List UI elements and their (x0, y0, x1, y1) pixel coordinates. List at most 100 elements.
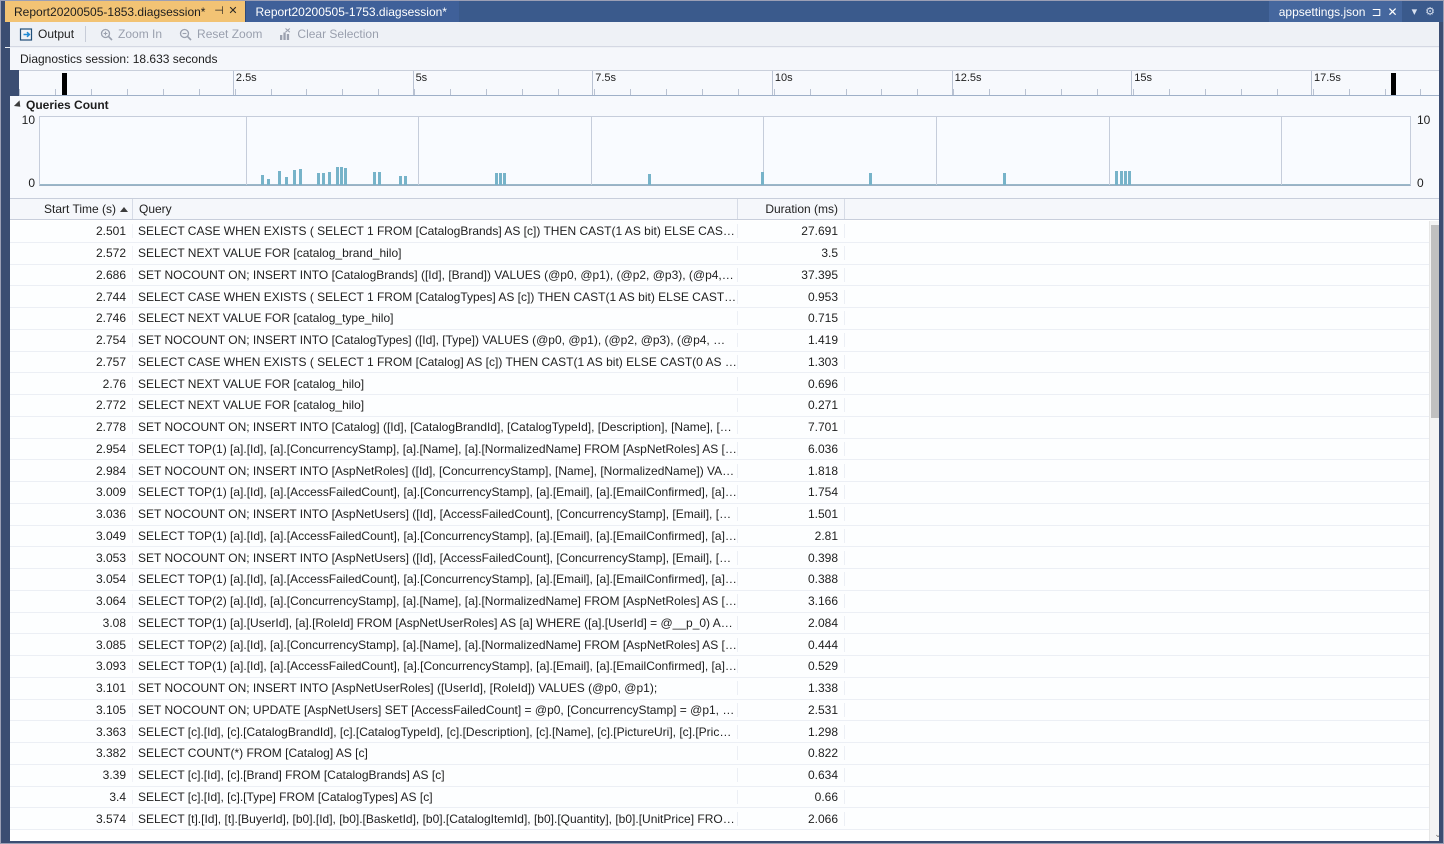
pin-icon[interactable]: ⊐ (1371, 5, 1381, 19)
cell-start-time: 3.093 (10, 659, 133, 673)
ruler-minor-tick (881, 89, 882, 95)
plot-bar (1124, 171, 1127, 185)
zoom-in-button[interactable]: Zoom In (92, 24, 169, 45)
cell-start-time: 2.984 (10, 464, 133, 478)
table-row[interactable]: 2.984SET NOCOUNT ON; INSERT INTO [AspNet… (10, 460, 1444, 482)
table-row[interactable]: 3.093SELECT TOP(1) [a].[Id], [a].[Access… (10, 656, 1444, 678)
ruler-minor-tick (738, 89, 739, 95)
table-row[interactable]: 2.501SELECT CASE WHEN EXISTS ( SELECT 1 … (10, 221, 1444, 243)
clear-selection-button[interactable]: Clear Selection (271, 24, 385, 45)
cell-query: SELECT COUNT(*) FROM [Catalog] AS [c] (133, 746, 738, 760)
plot-bar (373, 172, 376, 185)
cell-query: SET NOCOUNT ON; INSERT INTO [AspNetUsers… (133, 551, 738, 565)
pin-icon[interactable]: ⊣ (212, 5, 225, 18)
table-row[interactable]: 2.686SET NOCOUNT ON; INSERT INTO [Catalo… (10, 265, 1444, 287)
table-row[interactable]: 3.382SELECT COUNT(*) FROM [Catalog] AS [… (10, 743, 1444, 765)
timeline-ruler-row: 2.5s5s7.5s10s12.5s15s17.5s (1, 70, 1444, 96)
timeline-end-marker[interactable] (1391, 73, 1396, 95)
output-arrow-icon (19, 27, 34, 42)
queries-count-plot[interactable] (39, 116, 1411, 186)
ruler-minor-tick (1097, 89, 1098, 95)
output-button[interactable]: Output (12, 24, 81, 45)
column-header-start-time[interactable]: Start Time (s) (10, 199, 133, 219)
cell-start-time: 2.501 (10, 224, 133, 238)
tab-report-1753[interactable]: Report20200505-1753.diagsession* (245, 1, 458, 22)
ruler-minor-tick (271, 89, 272, 95)
table-row[interactable]: 3.574SELECT [t].[Id], [t].[BuyerId], [b0… (10, 808, 1444, 830)
table-row[interactable]: 3.053SET NOCOUNT ON; INSERT INTO [AspNet… (10, 547, 1444, 569)
table-row[interactable]: 2.757SELECT CASE WHEN EXISTS ( SELECT 1 … (10, 352, 1444, 374)
plot-gridline (246, 117, 247, 185)
ruler-minor-tick (666, 89, 667, 95)
table-row[interactable]: 3.064SELECT TOP(2) [a].[Id], [a].[Concur… (10, 591, 1444, 613)
table-row[interactable]: 2.754SET NOCOUNT ON; INSERT INTO [Catalo… (10, 330, 1444, 352)
table-row[interactable]: 3.085SELECT TOP(2) [a].[Id], [a].[Concur… (10, 634, 1444, 656)
cell-query: SELECT CASE WHEN EXISTS ( SELECT 1 FROM … (133, 224, 738, 238)
ruler-minor-tick (1385, 89, 1386, 95)
plot-bar (344, 168, 347, 185)
table-row[interactable]: 3.105SET NOCOUNT ON; UPDATE [AspNetUsers… (10, 700, 1444, 722)
reset-zoom-button[interactable]: Reset Zoom (171, 24, 269, 45)
cell-duration: 1.501 (738, 507, 845, 521)
table-row[interactable]: 3.036SET NOCOUNT ON; INSERT INTO [AspNet… (10, 504, 1444, 526)
table-row[interactable]: 3.4SELECT [c].[Id], [c].[Type] FROM [Cat… (10, 787, 1444, 809)
table-row[interactable]: 3.08SELECT TOP(1) [a].[UserId], [a].[Rol… (10, 613, 1444, 635)
queries-count-header[interactable]: Queries Count (16, 98, 109, 112)
column-header-query[interactable]: Query (133, 199, 738, 219)
table-row[interactable]: 3.049SELECT TOP(1) [a].[Id], [a].[Access… (10, 526, 1444, 548)
table-row[interactable]: 2.954SELECT TOP(1) [a].[Id], [a].[Concur… (10, 439, 1444, 461)
plot-gridline (1109, 117, 1110, 185)
gear-icon[interactable]: ⚙ (1425, 5, 1435, 18)
table-row[interactable]: 3.101SET NOCOUNT ON; INSERT INTO [AspNet… (10, 678, 1444, 700)
cell-query: SET NOCOUNT ON; INSERT INTO [Catalog] ([… (133, 420, 738, 434)
ruler-minor-tick (378, 89, 379, 95)
cell-query: SET NOCOUNT ON; INSERT INTO [CatalogType… (133, 333, 738, 347)
queries-count-section: Queries Count 10 0 10 0 (1, 96, 1444, 198)
tab-report-1853[interactable]: Report20200505-1853.diagsession* ⊣ ✕ (5, 1, 245, 22)
collapse-triangle-icon[interactable] (14, 100, 23, 109)
cell-start-time: 3.08 (10, 616, 133, 630)
column-header-duration[interactable]: Duration (ms) (738, 199, 845, 219)
cell-query: SELECT [c].[Id], [c].[Brand] FROM [Catal… (133, 768, 738, 782)
cell-query: SET NOCOUNT ON; INSERT INTO [AspNetRoles… (133, 464, 738, 478)
table-row[interactable]: 3.009SELECT TOP(1) [a].[Id], [a].[Access… (10, 482, 1444, 504)
ruler-minor-tick (127, 89, 128, 95)
cell-start-time: 3.036 (10, 507, 133, 521)
window-right-border (1439, 22, 1443, 843)
table-row[interactable]: 3.39SELECT [c].[Id], [c].[Brand] FROM [C… (10, 765, 1444, 787)
graph-body: Queries Count 10 0 10 0 (10, 96, 1444, 198)
close-icon[interactable]: ✕ (1388, 5, 1398, 19)
table-row[interactable]: 2.778SET NOCOUNT ON; INSERT INTO [Catalo… (10, 417, 1444, 439)
cell-query: SELECT CASE WHEN EXISTS ( SELECT 1 FROM … (133, 290, 738, 304)
ruler-tick-label: 15s (1131, 72, 1152, 84)
plot-bar (1115, 171, 1118, 185)
table-row[interactable]: 2.76SELECT NEXT VALUE FOR [catalog_hilo]… (10, 373, 1444, 395)
cell-start-time: 3.363 (10, 725, 133, 739)
plot-bar (648, 174, 651, 185)
table-row[interactable]: 3.054SELECT TOP(1) [a].[Id], [a].[Access… (10, 569, 1444, 591)
ruler-minor-tick (953, 89, 954, 95)
plot-bar (404, 176, 407, 185)
table-row[interactable]: 2.572SELECT NEXT VALUE FOR [catalog_bran… (10, 243, 1444, 265)
column-header-label: Query (139, 202, 172, 216)
cell-duration: 1.298 (738, 725, 845, 739)
table-row[interactable]: 2.772SELECT NEXT VALUE FOR [catalog_hilo… (10, 395, 1444, 417)
cell-start-time: 2.686 (10, 268, 133, 282)
column-header-filler (845, 199, 1444, 219)
tab-appsettings-json[interactable]: appsettings.json ⊐ ✕ (1269, 1, 1402, 22)
timeline-start-marker[interactable] (62, 73, 67, 95)
chevron-down-icon[interactable]: ▾ (1412, 5, 1418, 18)
cell-query: SELECT TOP(1) [a].[Id], [a].[AccessFaile… (133, 529, 738, 543)
timeline-ruler[interactable]: 2.5s5s7.5s10s12.5s15s17.5s (19, 70, 1444, 96)
close-icon[interactable]: ✕ (226, 5, 239, 18)
cell-duration: 2.531 (738, 703, 845, 717)
ruler-minor-tick (1205, 89, 1206, 95)
cell-duration: 27.691 (738, 224, 845, 238)
table-row[interactable]: 3.363SELECT [c].[Id], [c].[CatalogBrandI… (10, 721, 1444, 743)
cell-duration: 3.166 (738, 594, 845, 608)
cell-query: SET NOCOUNT ON; INSERT INTO [AspNetUserR… (133, 681, 738, 695)
ruler-minor-tick (235, 89, 236, 95)
table-row[interactable]: 2.744SELECT CASE WHEN EXISTS ( SELECT 1 … (10, 286, 1444, 308)
table-row[interactable]: 2.746SELECT NEXT VALUE FOR [catalog_type… (10, 308, 1444, 330)
magnifier-minus-icon (178, 27, 193, 42)
